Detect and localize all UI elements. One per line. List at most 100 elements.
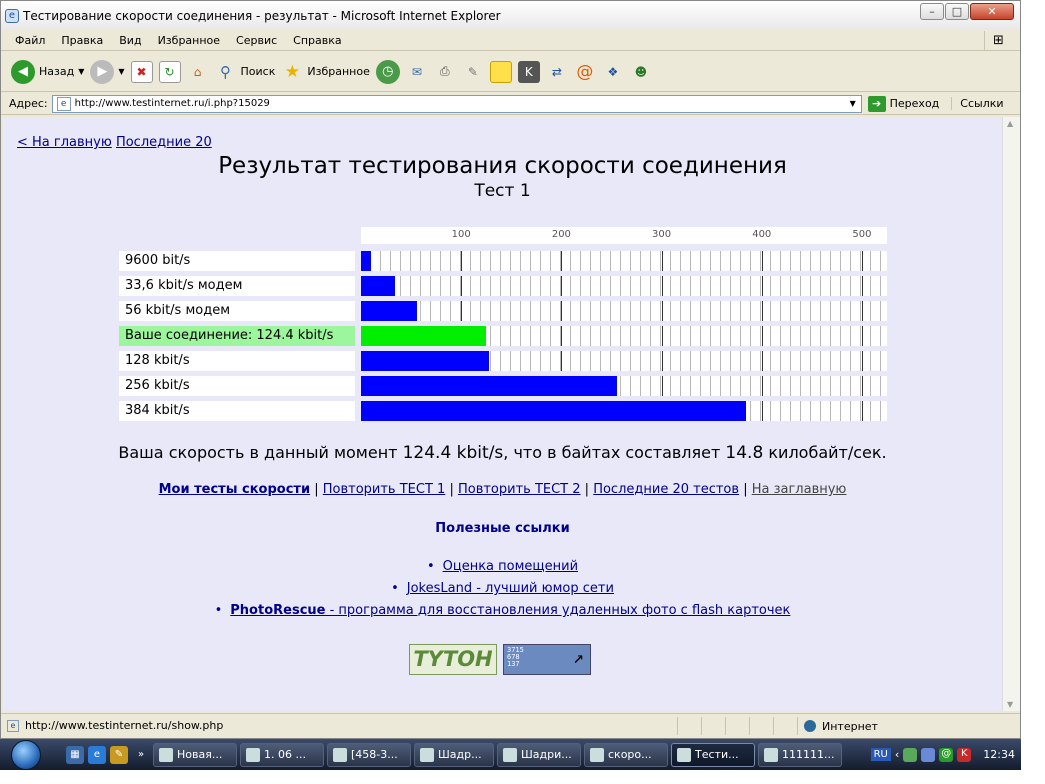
- address-dropdown-icon[interactable]: ▼: [845, 96, 861, 112]
- close-button[interactable]: ✕: [970, 3, 1014, 20]
- bullet-icon: •: [391, 581, 399, 596]
- system-tray: RU ‹ @ K 12:34: [870, 739, 1021, 770]
- home-icon[interactable]: ⌂: [187, 61, 209, 83]
- taskbar-button[interactable]: Шадри...: [497, 742, 581, 767]
- network-icon[interactable]: [903, 747, 918, 762]
- repeat-test2-link[interactable]: Повторить ТЕСТ 2: [458, 482, 581, 497]
- address-input[interactable]: e http://www.testinternet.ru/i.php?15029…: [51, 94, 862, 113]
- task-label: Новая...: [177, 748, 223, 761]
- major-gridline: [561, 251, 563, 271]
- status-divider: [677, 717, 678, 735]
- more-icon[interactable]: »: [132, 746, 150, 764]
- tray-app-icon[interactable]: [921, 747, 936, 762]
- quick-launch: ▦ e ✎ »: [66, 745, 150, 764]
- stop-icon[interactable]: ✖: [130, 60, 153, 83]
- print-icon[interactable]: ⎙: [434, 61, 456, 83]
- main-page-link[interactable]: На заглавную: [752, 482, 847, 497]
- favorites-button[interactable]: ★ Избранное: [281, 61, 370, 83]
- menu-view[interactable]: Вид: [111, 34, 149, 47]
- repeat-test1-link[interactable]: Повторить ТЕСТ 1: [323, 482, 446, 497]
- page-icon: e: [56, 96, 71, 111]
- scroll-up-icon[interactable]: ▲: [1007, 119, 1013, 128]
- back-button[interactable]: ◀ Назад ▼: [11, 59, 84, 84]
- maximize-button[interactable]: □: [945, 3, 969, 20]
- x-tick-label: 500: [852, 229, 872, 240]
- menu-file[interactable]: Файл: [7, 34, 53, 47]
- major-gridline: [861, 301, 863, 321]
- language-indicator[interactable]: RU: [870, 748, 891, 761]
- status-divider: [725, 717, 726, 735]
- page-subtitle: Тест 1: [474, 181, 531, 201]
- status-url: http://www.testinternet.ru/show.php: [25, 719, 224, 732]
- tyton-badge[interactable]: TYTOH: [409, 644, 497, 675]
- refresh-icon[interactable]: ↻: [158, 60, 181, 83]
- last20-link[interactable]: Последние 20: [116, 135, 212, 150]
- separator: |: [449, 482, 454, 497]
- speed-bar: [361, 376, 618, 396]
- my-tests-link[interactable]: Мои тесты скорости: [159, 482, 310, 497]
- clock[interactable]: 12:34: [983, 748, 1015, 761]
- menu-favorites[interactable]: Избранное: [150, 34, 228, 47]
- desktop-icon[interactable]: ▦: [66, 745, 84, 764]
- security-zone: Интернет: [797, 717, 1007, 735]
- taskbar-button[interactable]: Новая...: [153, 742, 237, 767]
- tray-expand-icon[interactable]: ‹: [895, 748, 899, 761]
- separator: |: [584, 482, 590, 497]
- task-label: Шадр...: [438, 748, 482, 761]
- taskbar: ▦ e ✎ » Новая... 1. 06 ... [458-3... Шадр..…: [0, 739, 1021, 770]
- menu-edit[interactable]: Правка: [53, 34, 111, 47]
- research-icon[interactable]: ❖: [602, 61, 624, 83]
- category-label: 33,6 kbit/s модем: [119, 276, 355, 296]
- title-bar[interactable]: e Тестирование скорости соединения - рез…: [1, 1, 1020, 30]
- minimize-button[interactable]: –: [920, 3, 944, 20]
- back-dropdown-icon[interactable]: ▼: [78, 67, 84, 76]
- taskbar-button[interactable]: Тести...: [671, 742, 755, 767]
- scroll-down-icon[interactable]: ▼: [1007, 700, 1013, 709]
- speed-bar: [361, 276, 395, 296]
- task-label: [458-3...: [351, 748, 398, 761]
- arrow-icon: ↗: [573, 647, 584, 668]
- useful-link[interactable]: PhotoRescue - программа для восстановлен…: [230, 603, 790, 618]
- k-icon[interactable]: K: [517, 60, 540, 83]
- taskbar-button[interactable]: 111111...: [758, 742, 842, 767]
- your-connection-label: Ваше соединение: 124.4 kbit/s: [119, 326, 355, 346]
- forward-dropdown-icon[interactable]: ▼: [118, 67, 124, 76]
- ie-icon[interactable]: e: [88, 745, 106, 764]
- messenger-icon[interactable]: ☻: [630, 61, 652, 83]
- taskbar-button[interactable]: скоро...: [584, 742, 668, 767]
- taskbar-button[interactable]: 1. 06 ...: [240, 742, 324, 767]
- app-icon[interactable]: ✎: [110, 745, 128, 764]
- start-button[interactable]: [0, 739, 52, 770]
- last20-tests-link[interactable]: Последние 20 тестов: [593, 482, 739, 497]
- go-button[interactable]: ➔ Переход: [867, 95, 939, 112]
- useful-link-bold: PhotoRescue: [230, 603, 326, 618]
- vertical-scrollbar[interactable]: ▲ ▼: [1002, 117, 1020, 711]
- at-mail-icon[interactable]: @: [574, 61, 596, 83]
- useful-link[interactable]: JokesLand - лучший юмор сети: [407, 581, 614, 596]
- k-tray-icon[interactable]: K: [957, 747, 972, 762]
- useful-link[interactable]: Оценка помещений: [443, 559, 578, 574]
- search-button[interactable]: ⚲ Поиск: [215, 61, 275, 83]
- zone-label: Интернет: [822, 719, 878, 733]
- major-gridline: [861, 401, 863, 421]
- links-button[interactable]: Ссылки: [951, 97, 1004, 110]
- taskbar-button[interactable]: Шадр...: [414, 742, 494, 767]
- category-label: 256 kbit/s: [119, 376, 355, 396]
- task-label: Шадри...: [521, 748, 572, 761]
- taskbar-button[interactable]: [458-3...: [327, 742, 411, 767]
- menu-tools[interactable]: Сервис: [228, 34, 285, 47]
- counter-badge[interactable]: 3715 678 137 ↗: [503, 644, 591, 675]
- home-link[interactable]: < На главную: [17, 135, 112, 150]
- menu-help[interactable]: Справка: [285, 34, 349, 47]
- translate-icon[interactable]: ⇄: [546, 61, 568, 83]
- at-icon[interactable]: @: [939, 747, 954, 762]
- major-gridline: [561, 351, 563, 371]
- forward-button[interactable]: ▶ ▼: [90, 59, 125, 84]
- mail-icon[interactable]: ✉: [406, 61, 428, 83]
- status-divider: [773, 717, 774, 735]
- separator: |: [743, 482, 748, 497]
- note-icon[interactable]: [489, 60, 512, 83]
- counter-badges: TYTOH 3715 678 137 ↗: [409, 644, 591, 675]
- edit-icon[interactable]: ✎: [462, 61, 484, 83]
- history-icon[interactable]: ◷: [375, 59, 400, 84]
